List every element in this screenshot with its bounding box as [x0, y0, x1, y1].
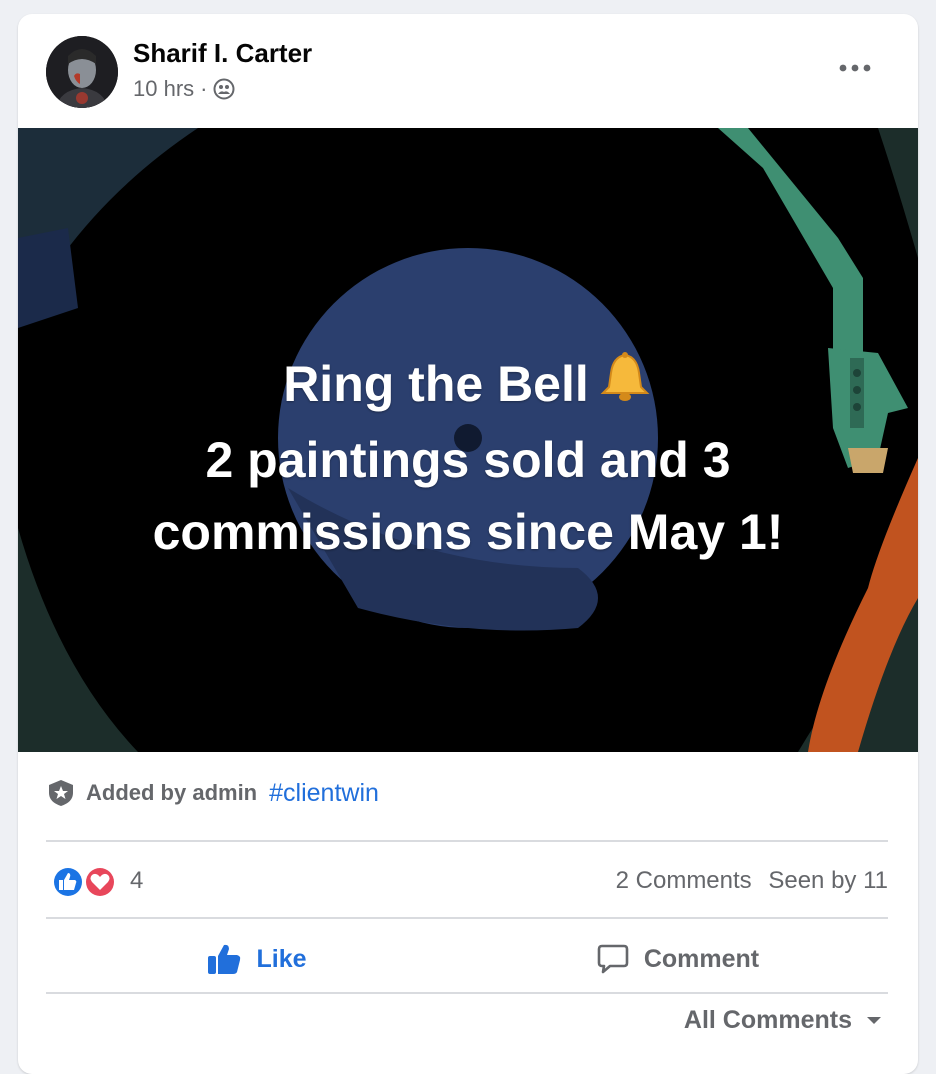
reactions-row: 4 2 Comments Seen by 11 [46, 854, 888, 904]
hashtag-link[interactable]: #clientwin [269, 779, 379, 808]
love-reaction-icon [84, 866, 116, 898]
image-text-line3: commissions since May 1! [152, 504, 784, 560]
post-meta: 10 hrs · [133, 76, 235, 102]
post-header: Sharif I. Carter 10 hrs · [18, 14, 918, 128]
all-comments-label: All Comments [683, 1006, 852, 1034]
bell-emoji [597, 349, 653, 424]
admin-tag-row: Added by admin #clientwin [46, 778, 379, 808]
reaction-icons[interactable] [50, 864, 120, 900]
avatar[interactable] [46, 36, 118, 108]
avatar-portrait-icon [46, 36, 118, 108]
group-icon [213, 78, 235, 100]
comment-label: Comment [643, 944, 760, 973]
comment-button[interactable]: Comment [467, 924, 888, 994]
image-text-line2: 2 paintings sold and 3 [205, 432, 731, 488]
thumbs-up-icon [208, 944, 241, 974]
post-time[interactable]: 10 hrs [133, 76, 194, 102]
comment-icon [597, 944, 629, 974]
admin-label: Added by admin [86, 780, 258, 805]
more-horizontal-icon [839, 64, 871, 72]
like-reaction-icon [52, 866, 84, 898]
reaction-count[interactable]: 4 [130, 867, 143, 895]
more-options-button[interactable] [833, 50, 877, 86]
shield-star-icon [49, 780, 73, 806]
post-image-text: Ring the Bell 2 paintings sold and 3 com… [18, 348, 918, 568]
divider [46, 840, 888, 842]
like-label: Like [256, 944, 307, 973]
meta-separator: · [200, 76, 208, 101]
like-button[interactable]: Like [46, 924, 467, 994]
all-comments-dropdown[interactable]: All Comments [684, 1006, 882, 1035]
divider [46, 917, 888, 919]
post-actions: Like Comment [46, 924, 888, 994]
author-name[interactable]: Sharif I. Carter [133, 38, 312, 69]
post-card: Sharif I. Carter 10 hrs · Ring the Bell … [18, 14, 918, 1074]
divider [46, 992, 888, 994]
seen-by[interactable]: Seen by 11 [768, 867, 888, 894]
image-text-line1: Ring the Bell [283, 356, 589, 412]
post-stats: 2 Comments Seen by 11 [606, 867, 888, 895]
post-image[interactable]: Ring the Bell 2 paintings sold and 3 com… [18, 128, 918, 752]
caret-down-icon [867, 1016, 881, 1024]
comments-count[interactable]: 2 Comments [616, 867, 752, 894]
